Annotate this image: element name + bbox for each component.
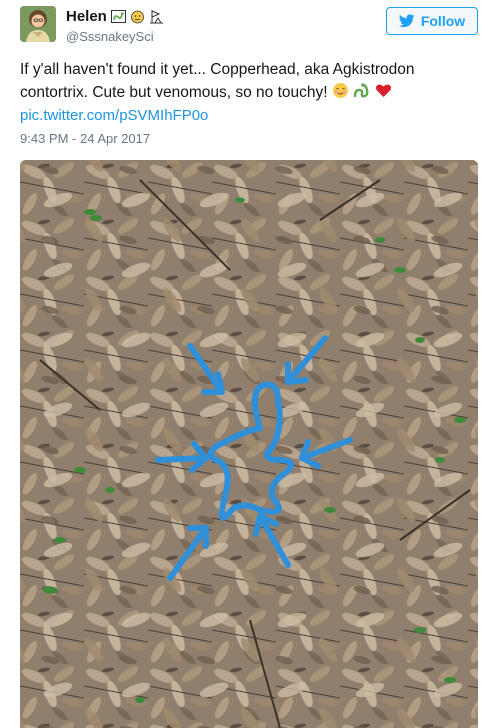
- tweet-line-2: contortrix. Cute but venomous, so no tou…: [20, 84, 328, 101]
- tweet-card: Helen @SssnakeySci Follow If y'all haven…: [0, 0, 498, 728]
- snake-frame-icon: [110, 10, 126, 23]
- user-handle[interactable]: @SssnakeySci: [66, 29, 154, 44]
- face-icon: [130, 10, 144, 24]
- leaf-litter-photo[interactable]: [20, 160, 478, 728]
- display-name[interactable]: Helen: [66, 8, 107, 25]
- follow-label: Follow: [420, 13, 466, 29]
- name-row: Helen: [66, 8, 164, 25]
- smiling-blush-icon: [332, 83, 348, 98]
- woman-avatar-icon: [20, 6, 56, 42]
- tweet-text: If y'all haven't found it yet... Copperh…: [20, 58, 480, 127]
- snake-icon: [354, 83, 369, 98]
- twitter-bird-icon: [398, 14, 415, 28]
- photo-link[interactable]: pic.twitter.com/pSVMIhFP0o: [20, 107, 208, 124]
- photo-image: [20, 160, 478, 728]
- timestamp[interactable]: 9:43 PM - 24 Apr 2017: [20, 131, 150, 146]
- avatar[interactable]: [20, 6, 56, 42]
- follow-button[interactable]: Follow: [386, 7, 478, 35]
- flag-icon: [149, 10, 163, 24]
- red-heart-icon: [375, 84, 391, 97]
- tweet-line-1: If y'all haven't found it yet... Copperh…: [20, 61, 415, 78]
- tweet-line-2-row: contortrix. Cute but venomous, so no tou…: [20, 81, 480, 104]
